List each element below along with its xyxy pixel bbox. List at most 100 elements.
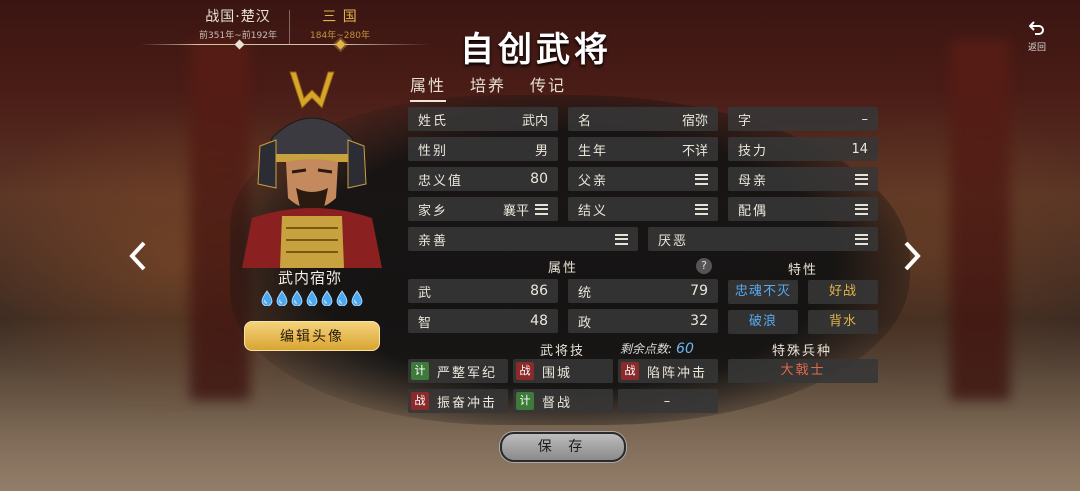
trait-item[interactable]: 背水 [808, 310, 878, 334]
stat-value: 32 [690, 313, 708, 329]
stat-label: 武 [418, 285, 434, 301]
tab-training[interactable]: 培养 [470, 72, 506, 102]
stat-value: 86 [530, 283, 548, 299]
courtesy-name-field[interactable]: 字 – [728, 107, 878, 131]
skill-type-tag: 计 [411, 362, 429, 380]
save-button[interactable]: 保 存 [500, 432, 626, 462]
trait-item[interactable]: 忠魂不灭 [728, 280, 798, 304]
stat-tong: 统 79 [568, 279, 718, 303]
era-item-warring-states[interactable]: 战国·楚汉 前351年~前192年 [188, 6, 288, 41]
gender-field[interactable]: 性别 男 [408, 137, 558, 161]
field-label: 父亲 [578, 173, 609, 189]
skill-slot[interactable]: 战 振奋冲击 [408, 389, 508, 413]
water-drop-icon [291, 290, 303, 306]
traits-header: 特性 [788, 263, 819, 278]
trait-item[interactable]: 好战 [808, 280, 878, 304]
stat-value: 79 [690, 283, 708, 299]
surname-field[interactable]: 姓氏 武内 [408, 107, 558, 131]
field-label: 名 [578, 113, 594, 129]
spouse-field[interactable]: 配偶 [728, 197, 878, 221]
field-value: 宿弥 [681, 113, 708, 129]
birth-year-field[interactable]: 生年 不详 [568, 137, 718, 161]
star-rating [248, 290, 376, 306]
stat-zhi: 智 48 [408, 309, 558, 333]
remaining-label: 剩余点数: [620, 342, 673, 356]
field-value: 男 [534, 143, 548, 159]
field-value: 14 [851, 141, 868, 157]
general-name: 武内宿弥 [277, 269, 342, 287]
skill-type-tag: 计 [516, 392, 534, 410]
skill-type-tag: 战 [411, 392, 429, 410]
field-label: 姓氏 [418, 113, 449, 129]
trait-item[interactable]: 破浪 [728, 310, 798, 334]
friendly-field[interactable]: 亲善 [408, 227, 638, 251]
hamburger-menu-icon[interactable] [615, 233, 628, 245]
field-label: 技力 [738, 143, 769, 159]
hamburger-menu-icon[interactable] [535, 203, 548, 215]
stat-value: 48 [530, 313, 548, 329]
field-label: 母亲 [738, 173, 769, 189]
help-icon[interactable]: ? [696, 258, 712, 274]
attributes-header: 属性 [548, 261, 579, 276]
edit-portrait-button[interactable]: 编辑头像 [244, 321, 380, 351]
chevron-left-icon[interactable] [126, 240, 150, 276]
loyalty-field[interactable]: 忠义值 80 [408, 167, 558, 191]
water-drop-icon [261, 290, 273, 306]
skill-slot[interactable]: 计 严整军纪 [408, 359, 508, 383]
skill-slot[interactable]: 计 督战 [513, 389, 613, 413]
stat-label: 统 [578, 285, 594, 301]
skill-name: 振奋冲击 [437, 395, 498, 411]
disliked-field[interactable]: 厌恶 [648, 227, 878, 251]
given-name-field[interactable]: 名 宿弥 [568, 107, 718, 131]
special-troop-slot[interactable]: 大戟士 [728, 359, 878, 383]
field-label: 字 [738, 113, 754, 129]
skill-name: – [663, 393, 673, 409]
field-label: 忠义值 [418, 173, 464, 189]
field-value: 不详 [681, 143, 708, 159]
skill-name: 严整军纪 [437, 365, 498, 381]
field-label: 配偶 [738, 203, 769, 219]
stat-zheng: 政 32 [568, 309, 718, 333]
hamburger-menu-icon[interactable] [855, 233, 868, 245]
skill-type-tag: 战 [621, 362, 639, 380]
era-item-three-kingdoms[interactable]: 三 国 184年~280年 [290, 6, 390, 41]
field-value: 武内 [521, 113, 548, 129]
field-label: 家乡 [418, 203, 449, 219]
tab-bar: 属性 培养 传记 [410, 72, 566, 102]
hamburger-menu-icon[interactable] [695, 173, 708, 185]
skill-slot[interactable]: 战 陷阵冲击 [618, 359, 718, 383]
skill-slot[interactable]: 战 围城 [513, 359, 613, 383]
hamburger-menu-icon[interactable] [855, 203, 868, 215]
hamburger-menu-icon[interactable] [855, 173, 868, 185]
stat-wu: 武 86 [408, 279, 558, 303]
skill-power-field: 技力 14 [728, 137, 878, 161]
water-drop-icon [336, 290, 348, 306]
field-value: 80 [530, 171, 548, 187]
era-name: 战国·楚汉 [205, 9, 271, 25]
page-title: 自创武将 [460, 30, 612, 70]
tab-attributes[interactable]: 属性 [410, 72, 447, 102]
skill-type-tag: 战 [516, 362, 534, 380]
remaining-value: 60 [676, 341, 694, 357]
return-arrow-icon [1022, 20, 1052, 40]
mother-field[interactable]: 母亲 [728, 167, 878, 191]
skills-header: 武将技 [540, 344, 586, 359]
era-selector: 战国·楚汉 前351年~前192年 三 国 184年~280年 [188, 6, 393, 48]
back-button[interactable]: 返回 [1022, 20, 1052, 53]
remaining-points: 剩余点数: 60 [620, 340, 694, 357]
father-field[interactable]: 父亲 [568, 167, 718, 191]
sworn-sibling-field[interactable]: 结义 [568, 197, 718, 221]
hamburger-menu-icon[interactable] [695, 203, 708, 215]
field-value: 襄平 [502, 203, 529, 219]
era-name: 三 国 [322, 9, 358, 25]
water-drop-icon [276, 290, 288, 306]
field-label: 亲善 [418, 233, 449, 249]
hometown-field[interactable]: 家乡 襄平 [408, 197, 558, 221]
stat-label: 政 [578, 315, 594, 331]
era-years: 前351年~前192年 [199, 31, 277, 41]
field-label: 结义 [578, 203, 609, 219]
chevron-right-icon[interactable] [900, 240, 924, 276]
field-value-group: 襄平 [503, 200, 548, 219]
tab-biography[interactable]: 传记 [530, 72, 566, 102]
skill-slot-empty[interactable]: – [618, 389, 718, 413]
